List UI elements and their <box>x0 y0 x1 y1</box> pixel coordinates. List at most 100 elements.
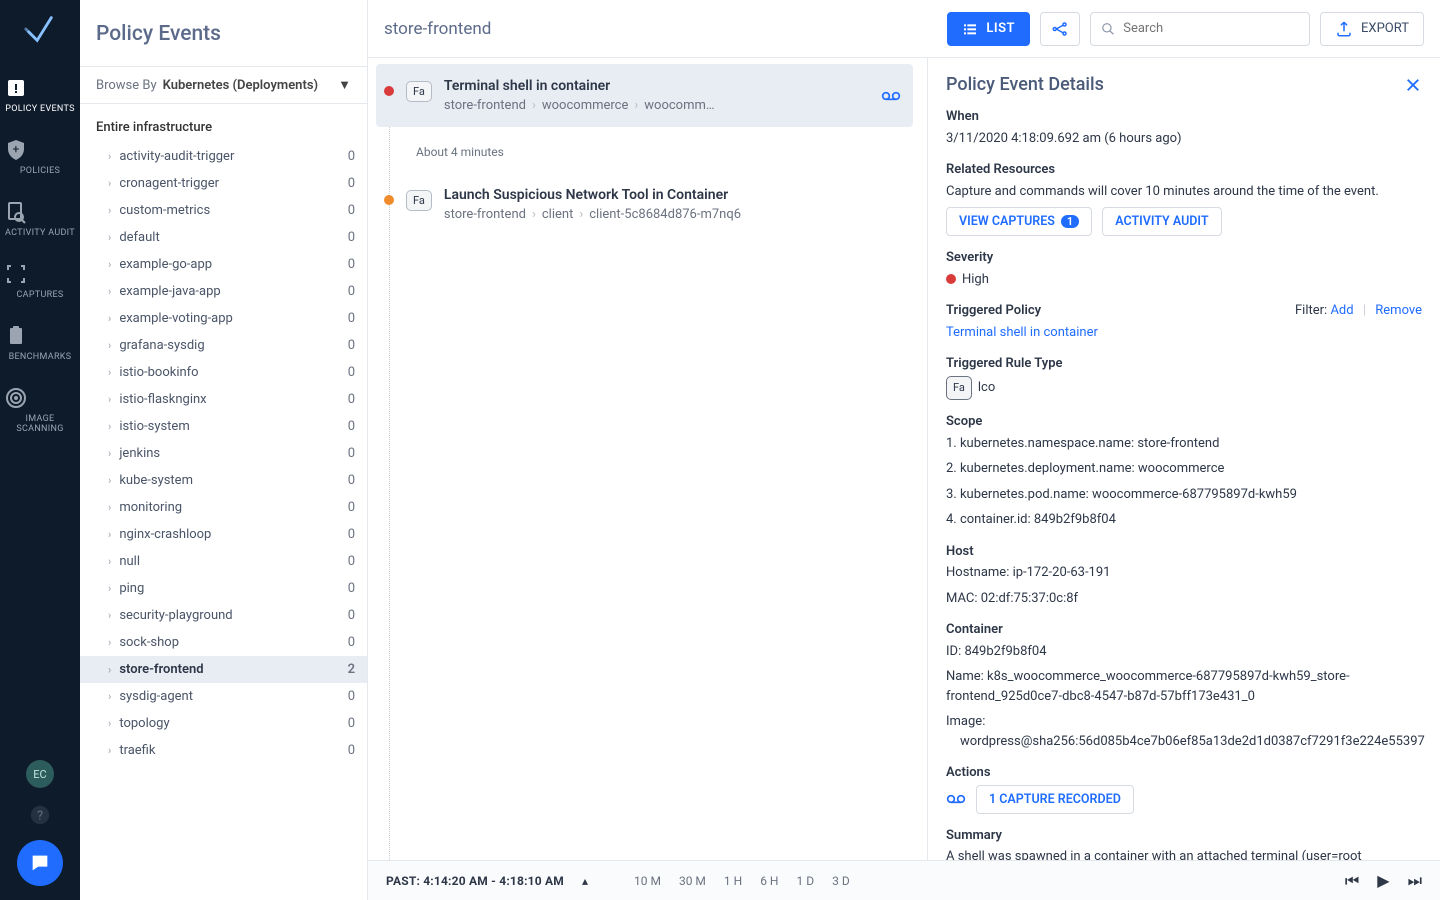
tree-item-cronagent-trigger[interactable]: ›cronagent-trigger0 <box>80 170 367 197</box>
chat-launcher[interactable] <box>17 840 63 886</box>
chevron-right-icon: › <box>108 609 111 622</box>
tree-item-count: 0 <box>348 473 355 488</box>
chevron-right-icon: › <box>108 690 111 703</box>
clipboard-icon <box>4 324 76 348</box>
search-input[interactable] <box>1123 21 1299 36</box>
container-name: Name: k8s_woocommerce_woocommerce-687795… <box>946 667 1422 706</box>
tree-item-label: istio-system <box>119 419 189 434</box>
chevron-up-icon[interactable]: ▴ <box>582 874 588 888</box>
nav-item-policies[interactable]: +POLICIES <box>0 126 80 188</box>
tree-item-default[interactable]: ›default0 <box>80 224 367 251</box>
time-preset[interactable]: 3 D <box>832 874 850 888</box>
chevron-right-icon: › <box>108 528 111 541</box>
tree-item-count: 0 <box>348 716 355 731</box>
tree-item-ping[interactable]: ›ping0 <box>80 575 367 602</box>
page-title: Policy Events <box>80 0 367 66</box>
event-card[interactable]: FaLaunch Suspicious Network Tool in Cont… <box>376 173 913 236</box>
tree-item-count: 0 <box>348 284 355 299</box>
activity-audit-button[interactable]: ACTIVITY AUDIT <box>1102 207 1221 236</box>
chevron-right-icon: › <box>108 744 111 757</box>
tree-item-store-frontend[interactable]: ›store-frontend2 <box>80 656 367 683</box>
graph-view-button[interactable] <box>1040 12 1080 46</box>
nav-item-policy-events[interactable]: POLICY EVENTS <box>0 64 80 126</box>
tree-root[interactable]: Entire infrastructure <box>80 112 367 143</box>
chevron-right-icon: › <box>108 582 111 595</box>
tree-item-istio-bookinfo[interactable]: ›istio-bookinfo0 <box>80 359 367 386</box>
nav-item-benchmarks[interactable]: BENCHMARKS <box>0 312 80 374</box>
tree-item-monitoring[interactable]: ›monitoring0 <box>80 494 367 521</box>
tree-item-count: 0 <box>348 392 355 407</box>
skip-back-icon[interactable]: ⏮ <box>1345 871 1359 891</box>
chevron-right-icon: › <box>108 447 111 460</box>
tree-item-example-voting-app[interactable]: ›example-voting-app0 <box>80 305 367 332</box>
time-preset[interactable]: 6 H <box>760 874 778 888</box>
tree-item-count: 0 <box>348 689 355 704</box>
tree-item-count: 0 <box>348 230 355 245</box>
tree-item-count: 0 <box>348 257 355 272</box>
tree-item-count: 0 <box>348 311 355 326</box>
time-presets: 10 M 30 M 1 H 6 H 1 D 3 D <box>634 874 850 888</box>
time-preset[interactable]: 10 M <box>634 874 661 888</box>
tree-item-sock-shop[interactable]: ›sock-shop0 <box>80 629 367 656</box>
tree-item-traefik[interactable]: ›traefik0 <box>80 737 367 764</box>
time-preset[interactable]: 1 D <box>796 874 814 888</box>
tree-item-jenkins[interactable]: ›jenkins0 <box>80 440 367 467</box>
severity-heading: Severity <box>946 248 1422 268</box>
tree-item-count: 0 <box>348 203 355 218</box>
tree-item-activity-audit-trigger[interactable]: ›activity-audit-trigger0 <box>80 143 367 170</box>
tree-item-example-java-app[interactable]: ›example-java-app0 <box>80 278 367 305</box>
triggered-policy-link[interactable]: Terminal shell in container <box>946 325 1098 340</box>
tree-item-count: 0 <box>348 527 355 542</box>
user-avatar[interactable]: EC <box>26 760 54 788</box>
chevron-right-icon: › <box>108 285 111 298</box>
tree-item-topology[interactable]: ›topology0 <box>80 710 367 737</box>
tree-item-custom-metrics[interactable]: ›custom-metrics0 <box>80 197 367 224</box>
event-title: Terminal shell in container <box>444 78 865 94</box>
when-value: 3/11/2020 4:18:09.692 am (6 hours ago) <box>946 129 1422 149</box>
tree-item-grafana-sysdig[interactable]: ›grafana-sysdig0 <box>80 332 367 359</box>
tree-item-example-go-app[interactable]: ›example-go-app0 <box>80 251 367 278</box>
container-image: wordpress@sha256:56d085b4ce7b06ef85a13de… <box>946 732 1422 752</box>
tree-item-kube-system[interactable]: ›kube-system0 <box>80 467 367 494</box>
help-icon[interactable]: ? <box>29 804 51 826</box>
filter-add-link[interactable]: Add <box>1330 303 1353 318</box>
event-title: Launch Suspicious Network Tool in Contai… <box>444 187 901 203</box>
tree-item-security-playground[interactable]: ›security-playground0 <box>80 602 367 629</box>
tree-item-label: grafana-sysdig <box>119 338 204 353</box>
browse-by-value: Kubernetes (Deployments) <box>163 78 318 93</box>
chevron-right-icon: › <box>108 393 111 406</box>
export-button[interactable]: EXPORT <box>1320 12 1424 46</box>
time-preset[interactable]: 1 H <box>724 874 742 888</box>
tree-item-nginx-crashloop[interactable]: ›nginx-crashloop0 <box>80 521 367 548</box>
event-card[interactable]: FaTerminal shell in containerstore-front… <box>376 64 913 127</box>
nav-item-captures[interactable]: CAPTURES <box>0 250 80 312</box>
tree-item-label: jenkins <box>119 446 160 461</box>
time-range[interactable]: PAST: 4:14:20 AM - 4:18:10 AM <box>386 874 564 888</box>
search-input-wrapper[interactable] <box>1090 12 1310 46</box>
tree-item-label: activity-audit-trigger <box>119 149 234 164</box>
tree-item-label: custom-metrics <box>119 203 210 218</box>
nav-item-image-scanning[interactable]: IMAGE SCANNING <box>0 374 80 446</box>
capture-recorded-button[interactable]: 1 CAPTURE RECORDED <box>976 785 1134 814</box>
scope-tree: Entire infrastructure ›activity-audit-tr… <box>80 104 367 900</box>
magnify-doc-icon <box>4 200 76 224</box>
tree-item-null[interactable]: ›null0 <box>80 548 367 575</box>
skip-forward-icon[interactable]: ⏭ <box>1408 871 1422 891</box>
browse-by-dropdown[interactable]: Browse By Kubernetes (Deployments) ▼ <box>80 66 367 104</box>
view-captures-button[interactable]: VIEW CAPTURES 1 <box>946 207 1092 236</box>
list-view-button[interactable]: LIST <box>947 12 1030 46</box>
tree-item-count: 0 <box>348 581 355 596</box>
details-title: Policy Event Details <box>946 74 1104 95</box>
nav-item-activity-audit[interactable]: ACTIVITY AUDIT <box>0 188 80 250</box>
actions-heading: Actions <box>946 763 1422 783</box>
when-heading: When <box>946 107 1422 127</box>
filter-remove-link[interactable]: Remove <box>1375 303 1422 318</box>
tree-item-istio-system[interactable]: ›istio-system0 <box>80 413 367 440</box>
tree-item-sysdig-agent[interactable]: ›sysdig-agent0 <box>80 683 367 710</box>
capture-recorded-label: 1 CAPTURE RECORDED <box>989 792 1121 807</box>
close-icon[interactable] <box>1404 76 1422 94</box>
time-preset[interactable]: 30 M <box>679 874 706 888</box>
triggered-policy-heading: Triggered Policy Filter: Add | Remove <box>946 301 1422 321</box>
play-icon[interactable]: ▶ <box>1377 871 1389 891</box>
tree-item-istio-flasknginx[interactable]: ›istio-flasknginx0 <box>80 386 367 413</box>
